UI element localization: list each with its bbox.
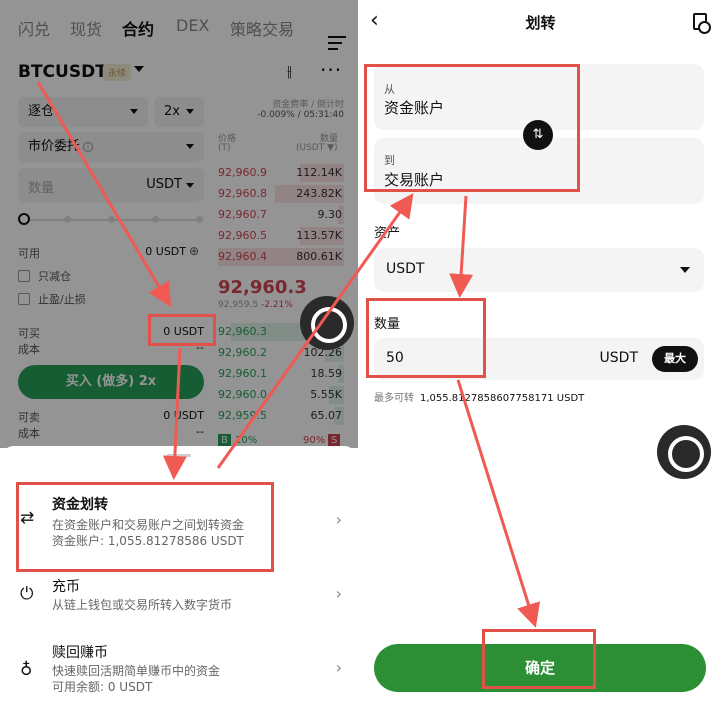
- max-transferable: 最多可转 1,055.8127858607758171 USDT: [374, 393, 585, 404]
- history-icon[interactable]: [693, 13, 711, 34]
- floating-assistive-button[interactable]: [300, 296, 354, 350]
- funding-balance: 资金账户: 1,055.81278586 USDT: [52, 534, 244, 548]
- menu-item-desc: 在资金账户和交易账户之间划转资金: [52, 518, 245, 532]
- menu-item-deposit[interactable]: ⏻ 充币 从链上钱包或交易所转入数字货币 ›: [0, 574, 358, 618]
- modal-backdrop[interactable]: [0, 0, 358, 448]
- menu-item-title: 资金划转: [52, 497, 108, 513]
- menu-item-transfer[interactable]: ⇄ 资金划转 在资金账户和交易账户之间划转资金 资金账户: 1,055.8127…: [0, 486, 358, 550]
- to-account: 交易账户: [384, 171, 445, 189]
- sheet-handle[interactable]: [167, 454, 191, 457]
- from-account: 资金账户: [384, 99, 445, 117]
- menu-item-title: 充币: [52, 579, 80, 595]
- trading-screen: 闪兑 现货 合约 DEX 策略交易 BTCUSDT 永续 ⫲ ··· 逐仓 2x…: [0, 0, 358, 705]
- menu-item-desc: 从链上钱包或交易所转入数字货币: [52, 598, 233, 612]
- chevron-down-icon: [680, 267, 690, 273]
- from-label: 从: [384, 83, 395, 96]
- amount-label: 数量: [374, 317, 401, 332]
- swap-direction-icon[interactable]: ⇅: [523, 120, 553, 150]
- to-label: 到: [384, 154, 395, 167]
- amount-input[interactable]: 50 USDT 最大: [374, 338, 704, 380]
- money-bag-icon: ♁: [20, 660, 33, 680]
- action-sheet: ⇄ 资金划转 在资金账户和交易账户之间划转资金 资金账户: 1,055.8127…: [0, 446, 358, 705]
- chevron-right-icon: ›: [335, 584, 342, 603]
- page-title: 划转: [525, 14, 556, 32]
- transfer-icon: ⇄: [20, 508, 35, 528]
- transfer-screen: ‹ 划转 从 资金账户 到 交易账户 ⇅ 资产 USDT 数量 50 USDT …: [360, 0, 721, 705]
- menu-item-redeem[interactable]: ♁ 赎回赚币 快速赎回活期简单赚币中的资金 可用余额: 0 USDT ›: [0, 642, 358, 698]
- asset-label: 资产: [374, 226, 401, 241]
- menu-item-title: 赎回赚币: [52, 645, 108, 661]
- max-button[interactable]: 最大: [652, 346, 698, 372]
- asset-select[interactable]: USDT: [374, 248, 704, 292]
- tutorial-screenshot: 闪兑 现货 合约 DEX 策略交易 BTCUSDT 永续 ⫲ ··· 逐仓 2x…: [0, 0, 721, 705]
- deposit-icon: ⏻: [20, 584, 34, 604]
- chevron-right-icon: ›: [335, 658, 342, 677]
- chevron-right-icon: ›: [335, 510, 342, 529]
- menu-item-desc: 快速赎回活期简单赚币中的资金: [52, 664, 221, 678]
- redeem-balance: 可用余额: 0 USDT: [52, 680, 153, 694]
- floating-assistive-button[interactable]: [657, 425, 711, 479]
- confirm-button[interactable]: 确定: [374, 644, 706, 692]
